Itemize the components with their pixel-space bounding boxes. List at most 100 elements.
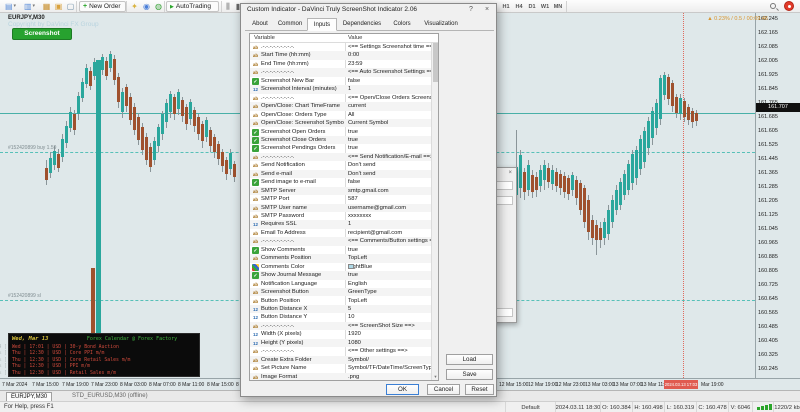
new-order-button[interactable]: + New Order	[79, 1, 126, 12]
param-value[interactable]: TopLeft	[348, 255, 432, 261]
input-row[interactable]: SMTP Password xxxxxxxx	[250, 212, 432, 220]
new-chart-icon[interactable]: ▤ ▾	[2, 1, 19, 12]
input-row[interactable]: End Time (hh:mm) 23:59	[250, 60, 432, 68]
search-icon[interactable]	[770, 3, 776, 9]
scroll-thumb[interactable]	[433, 42, 438, 82]
scroll-down-icon[interactable]: ▼	[432, 373, 438, 380]
input-row[interactable]: Create Extra Folder Symbol/	[250, 355, 432, 365]
param-value[interactable]: <== Comments/Button settings ==>	[348, 238, 432, 244]
autotrading-button[interactable]: ▶ AutoTrading	[166, 1, 219, 12]
input-row[interactable]: Open/Close: Chart TimeFrame current	[250, 102, 432, 111]
input-row[interactable]: Button Distance X 5	[250, 304, 432, 314]
param-value[interactable]: English	[348, 281, 432, 287]
param-value[interactable]: true	[348, 129, 432, 135]
input-row[interactable]: Width (X pixels) 1920	[250, 330, 432, 338]
screenshot-button[interactable]: Screenshot	[12, 28, 72, 40]
input-row[interactable]: Image Format .png	[250, 372, 432, 380]
input-row[interactable]: Requires SSL 1	[250, 220, 432, 229]
input-row[interactable]: Show Journal Message true	[250, 271, 432, 280]
input-row[interactable]: Show Comments true	[250, 246, 432, 254]
input-row[interactable]: Set Picture Name Symbol/TF/DateTime/Scree…	[250, 364, 432, 372]
param-value[interactable]: 1080	[348, 340, 432, 346]
param-value[interactable]: Current Symbol	[348, 120, 432, 126]
input-row[interactable]: .-.-.-.-.-.-.-.-.-. <== Open/Close Orders…	[250, 94, 432, 102]
input-row[interactable]: Screenshot Button GreenType	[250, 288, 432, 297]
close-icon[interactable]: ×	[508, 170, 512, 176]
load-button[interactable]: Load	[446, 354, 493, 365]
input-row[interactable]: Send e-mail Don't send	[250, 169, 432, 179]
param-value[interactable]: true	[348, 272, 432, 278]
param-value[interactable]: <== Auto Screenshot Settings ==>	[348, 69, 432, 75]
input-row[interactable]: Screenshot Open Orders true	[250, 128, 432, 136]
param-value[interactable]: smtp.gmail.com	[348, 188, 432, 194]
bar-chart-icon[interactable]: ⫼	[223, 1, 233, 12]
param-value[interactable]: 5	[348, 306, 432, 312]
input-row[interactable]: Screenshot Pendings Orders true	[250, 144, 432, 153]
param-value[interactable]: .png	[348, 374, 432, 380]
param-value[interactable]: <== Settings Screenshot time ==>	[348, 44, 432, 50]
param-value[interactable]: username@gmail.com	[348, 205, 432, 211]
profile-name[interactable]: Default	[505, 402, 555, 412]
input-row[interactable]: .-.-.-.-.-.-.-.-.-. <== Send Notification…	[250, 152, 432, 162]
close-icon[interactable]: ×	[485, 6, 489, 13]
param-value[interactable]: false	[348, 179, 432, 185]
param-value[interactable]: 1	[348, 86, 432, 92]
input-row[interactable]: Button Position TopLeft	[250, 297, 432, 305]
input-row[interactable]: Button Distance Y 10	[250, 313, 432, 321]
param-value[interactable]: LightBlue	[348, 263, 432, 270]
timeframe-mn[interactable]: MN	[552, 1, 564, 12]
input-row[interactable]: .-.-.-.-.-.-.-.-.-. <== ScreenShot Size =…	[250, 321, 432, 331]
input-row[interactable]: Open/Close: Screenshot Symbol Current Sym…	[250, 119, 432, 128]
param-value[interactable]: true	[348, 247, 432, 253]
param-value[interactable]: xxxxxxxx	[348, 213, 432, 219]
param-value[interactable]: Don't send	[348, 171, 432, 177]
help-icon[interactable]: ?	[469, 6, 473, 13]
reset-button[interactable]: Reset	[465, 384, 494, 395]
param-value[interactable]: false	[348, 78, 432, 84]
param-value[interactable]: Symbol/	[348, 357, 432, 363]
profiles-icon[interactable]: ▥ ▾	[21, 1, 38, 12]
param-value[interactable]: 1920	[348, 331, 432, 337]
param-value[interactable]: 10	[348, 314, 432, 320]
input-row[interactable]: Start Time (hh:mm) 0:00	[250, 51, 432, 60]
param-value[interactable]: Don't send	[348, 162, 432, 168]
param-value[interactable]: current	[348, 103, 432, 109]
timeframe-d1[interactable]: D1	[526, 1, 538, 12]
param-value[interactable]: <== ScreenShot Size ==>	[348, 323, 432, 329]
input-row[interactable]: Screenshot Interval (minutes) 1	[250, 85, 432, 94]
param-value[interactable]: <== Other settings ==>	[348, 348, 432, 354]
input-row[interactable]: Comments Color LightBlue	[250, 263, 432, 271]
timeframe-h1[interactable]: H1	[500, 1, 512, 12]
input-row[interactable]: SMTP Port 587	[250, 195, 432, 203]
history-center-icon[interactable]: ▣	[53, 1, 64, 12]
save-button[interactable]: Save	[446, 369, 493, 380]
param-value[interactable]: <== Send Notification/E-mail ==>	[348, 154, 432, 160]
param-value[interactable]: <== Open/Close Orders Screenshot Setting…	[348, 95, 432, 101]
input-row[interactable]: Open/Close: Orders Type All	[250, 111, 432, 119]
param-value[interactable]: GreenType	[348, 289, 432, 295]
param-value[interactable]: All	[348, 112, 432, 118]
param-value[interactable]: 0:00	[348, 52, 432, 58]
input-row[interactable]: Screenshot Close Orders true	[250, 135, 432, 145]
param-value[interactable]: 587	[348, 196, 432, 202]
input-row[interactable]: Email To Address recipient@gmail.com	[250, 229, 432, 237]
param-value[interactable]: Symbol/TF/DateTime/ScreenType	[348, 365, 432, 371]
cancel-button[interactable]: Cancel	[427, 384, 460, 395]
expert-advisors-icon[interactable]: ◉	[141, 1, 152, 12]
input-row[interactable]: .-.-.-.-.-.-.-.-.-. <== Comments/Button s…	[250, 237, 432, 246]
param-value[interactable]: recipient@gmail.com	[348, 230, 432, 236]
navigator-icon[interactable]: ▢	[65, 1, 76, 12]
input-row[interactable]: .-.-.-.-.-.-.-.-.-. <== Other settings ==…	[250, 347, 432, 355]
input-row[interactable]: Notification Language English	[250, 280, 432, 288]
param-value[interactable]: 1	[348, 221, 432, 227]
param-value[interactable]: true	[348, 137, 432, 143]
param-value[interactable]: TopLeft	[348, 298, 432, 304]
dialog-tab-inputs[interactable]: Inputs	[307, 18, 337, 31]
ok-button[interactable]: OK	[386, 384, 419, 395]
mql5-community-icon[interactable]: ◍	[153, 1, 164, 12]
notification-icon[interactable]	[784, 1, 794, 11]
timeframe-w1[interactable]: W1	[539, 1, 551, 12]
input-row[interactable]: .-.-.-.-.-.-.-.-.-. <== Auto Screenshot S…	[250, 68, 432, 77]
market-watch-icon[interactable]: ▦	[41, 1, 52, 12]
indicators-icon[interactable]: ✦	[129, 1, 140, 12]
